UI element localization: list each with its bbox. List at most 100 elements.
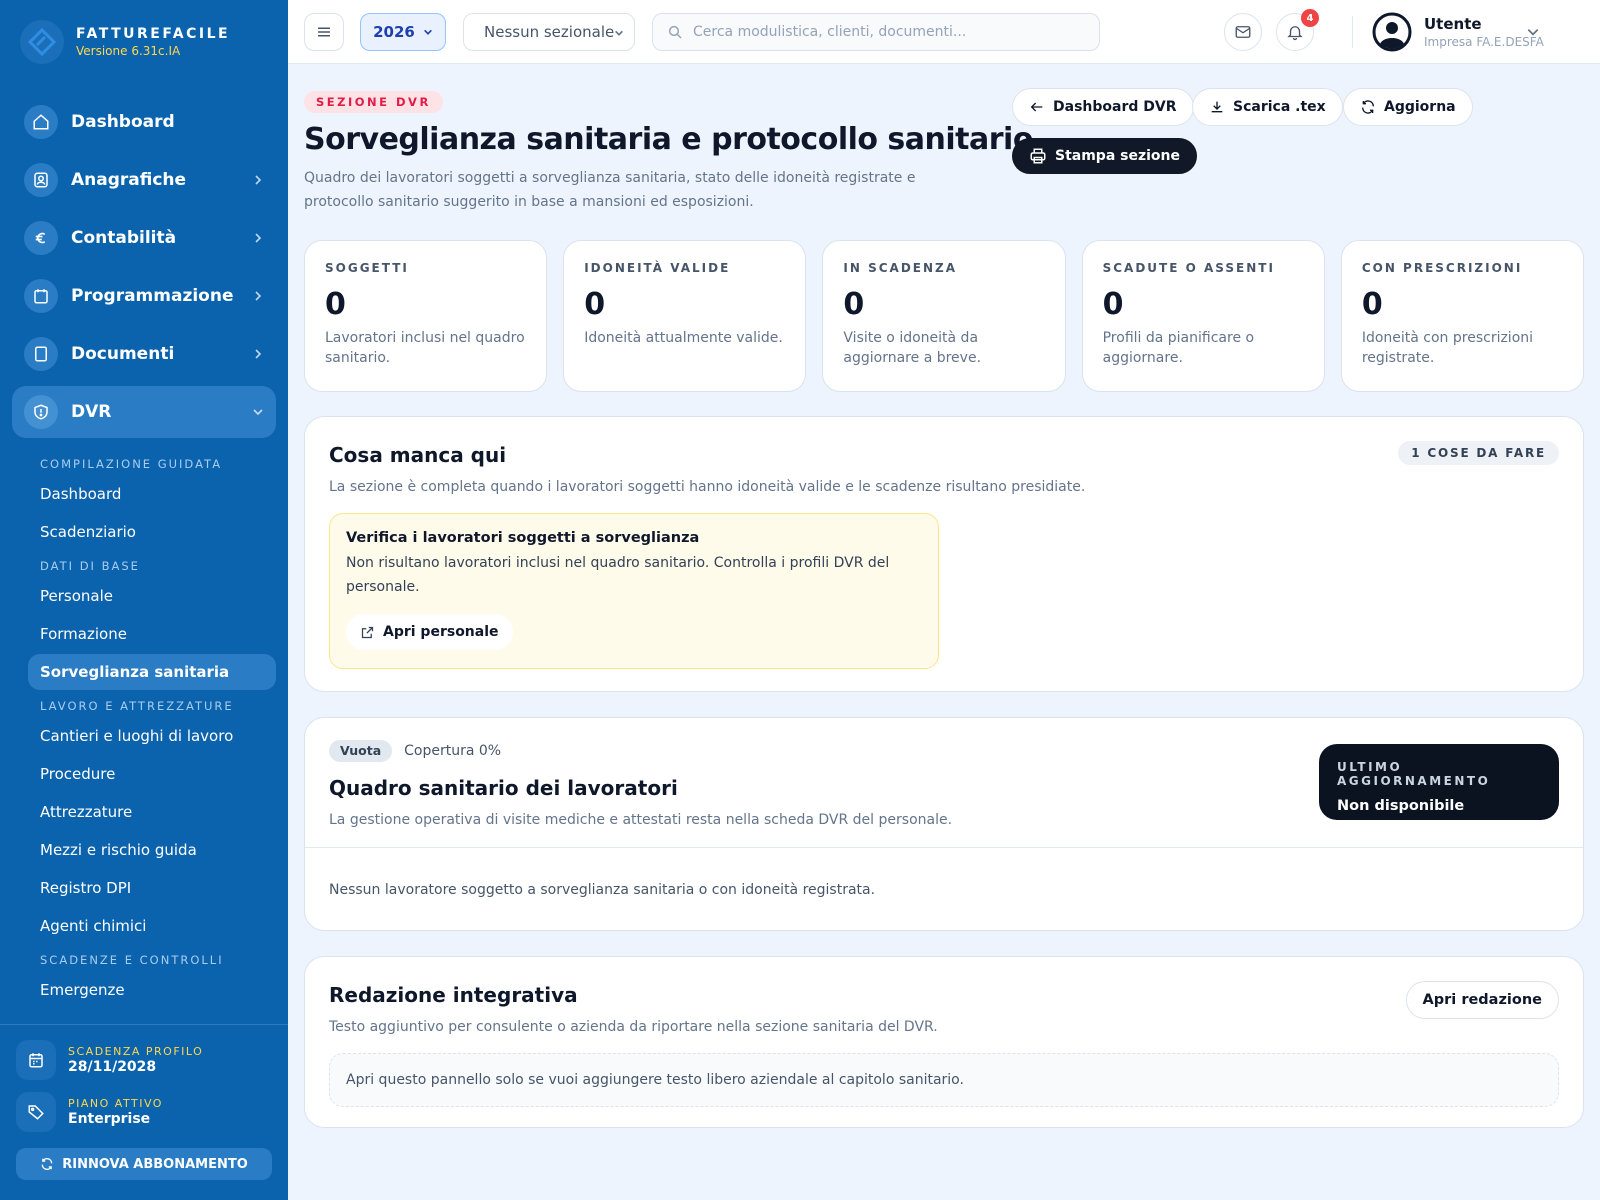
brand[interactable]: FATTUREFACILE Versione 6.31c.IA xyxy=(20,20,230,64)
overview-subtitle: La gestione operativa di visite mediche … xyxy=(329,812,953,828)
user-menu[interactable]: Utente Impresa FA.E.DESFA xyxy=(1372,12,1544,52)
stat-value: 0 xyxy=(1102,287,1124,322)
subnav-item-personale[interactable]: Personale xyxy=(28,578,276,614)
arrow-left-icon xyxy=(1030,102,1043,112)
last-update-box: ULTIMO AGGIORNAMENTO Non disponibile xyxy=(1319,744,1559,820)
tag-icon xyxy=(16,1092,56,1132)
status-badge: Vuota xyxy=(329,740,393,762)
todo-count-badge: 1 COSE DA FARE xyxy=(1398,441,1559,465)
stat-card: IN SCADENZA 0 Visite o idoneità da aggio… xyxy=(822,240,1066,392)
nav-item-programmazione[interactable]: Programmazione xyxy=(12,270,276,322)
year-select[interactable]: 2026 xyxy=(360,13,446,51)
card-divider xyxy=(305,847,1583,848)
nav-label: Contabilità xyxy=(71,228,177,248)
section-tag: SEZIONE DVR xyxy=(304,91,443,113)
print-section-label: Stampa sezione xyxy=(1055,148,1181,164)
redazione-placeholder[interactable]: Apri questo pannello solo se vuoi aggiun… xyxy=(329,1053,1559,1107)
refresh-label: Aggiorna xyxy=(1384,99,1456,115)
refresh-icon xyxy=(41,1157,53,1171)
main-content: SEZIONE DVR Sorveglianza sanitaria e pro… xyxy=(288,64,1600,1200)
nav-item-contabilita[interactable]: Contabilità xyxy=(12,212,276,264)
download-tex-label: Scarica .tex xyxy=(1233,99,1326,115)
print-section-button[interactable]: Stampa sezione xyxy=(1012,138,1198,174)
subnav-item-agenti-chimici[interactable]: Agenti chimici xyxy=(28,908,276,944)
chevron-right-icon xyxy=(255,175,262,185)
brand-version: Versione 6.31c.IA xyxy=(76,44,181,58)
plan-label: PIANO ATTIVO xyxy=(68,1097,163,1110)
subnav-item-emergenze[interactable]: Emergenze xyxy=(28,972,276,1008)
nav-item-documenti[interactable]: Documenti xyxy=(12,328,276,380)
overview-title: Quadro sanitario dei lavoratori xyxy=(329,776,678,800)
download-icon xyxy=(1211,101,1223,113)
stat-value: 0 xyxy=(1361,287,1383,322)
nav-label: Documenti xyxy=(71,344,175,364)
renew-subscription-button[interactable]: RINNOVA ABBONAMENTO xyxy=(16,1148,272,1180)
shield-icon xyxy=(24,395,58,429)
active-plan: PIANO ATTIVO Enterprise xyxy=(16,1092,163,1132)
subnav-section-title: DATI DI BASE xyxy=(40,559,140,573)
stat-description: Idoneità con prescrizioni registrate. xyxy=(1361,330,1534,366)
sezionale-value: Nessun sezionale xyxy=(484,23,615,41)
health-overview-card: Vuota Copertura 0% Quadro sanitario dei … xyxy=(304,717,1584,931)
external-link-icon xyxy=(361,626,374,638)
subnav-item-attrezzature[interactable]: Attrezzature xyxy=(28,794,276,830)
bell-icon xyxy=(1287,26,1303,41)
search-icon xyxy=(668,25,682,39)
topbar: 2026 Nessun sezionale 4 Utente Impresa F… xyxy=(288,0,1600,64)
hamburger-icon xyxy=(318,27,330,37)
document-icon xyxy=(24,337,58,371)
stat-card: CON PRESCRIZIONI 0 Idoneità con prescriz… xyxy=(1340,240,1585,392)
chevron-down-icon[interactable] xyxy=(1526,25,1540,39)
subnav-item-mezzi[interactable]: Mezzi e rischio guida xyxy=(28,832,276,868)
plan-value: Enterprise xyxy=(68,1111,151,1127)
stats-row: SOGGETTI 0 Lavoratori inclusi nel quadro… xyxy=(304,240,1585,392)
subnav-item-scadenziario[interactable]: Scadenziario xyxy=(28,514,276,550)
stat-value: 0 xyxy=(843,287,865,322)
sidebar: FATTUREFACILE Versione 6.31c.IA Dashboar… xyxy=(0,0,288,1200)
menu-toggle-button[interactable] xyxy=(304,13,344,51)
subnav-item-registro-dpi[interactable]: Registro DPI xyxy=(28,870,276,906)
nav-label: DVR xyxy=(71,402,112,422)
chevron-right-icon xyxy=(255,233,262,243)
missing-subtitle: La sezione è completa quando i lavorator… xyxy=(329,479,1086,495)
dashboard-dvr-label: Dashboard DVR xyxy=(1053,99,1177,115)
stat-card: SOGGETTI 0 Lavoratori inclusi nel quadro… xyxy=(304,240,548,392)
sezionale-select[interactable]: Nessun sezionale xyxy=(463,13,635,51)
nav-item-dvr[interactable]: DVR xyxy=(12,386,276,438)
subnav-item-formazione[interactable]: Formazione xyxy=(28,616,276,652)
subnav-item-dashboard[interactable]: Dashboard xyxy=(28,476,276,512)
nav-label: Dashboard xyxy=(71,112,175,132)
stat-value: 0 xyxy=(584,287,606,322)
expiry-label: SCADENZA PROFILO xyxy=(68,1045,204,1058)
stat-label: IDONEITÀ VALIDE xyxy=(584,261,731,275)
chevron-down-icon xyxy=(615,30,623,36)
stat-label: CON PRESCRIZIONI xyxy=(1361,261,1523,275)
redazione-subtitle: Testo aggiuntivo per consulente o aziend… xyxy=(329,1019,938,1035)
messages-button[interactable] xyxy=(1224,13,1262,51)
stat-description: Lavoratori inclusi nel quadro sanitario. xyxy=(325,330,525,366)
stat-label: SCADUTE O ASSENTI xyxy=(1102,261,1275,275)
notifications-button[interactable]: 4 xyxy=(1276,9,1319,51)
subnav-item-sorveglianza-sanitaria[interactable]: Sorveglianza sanitaria xyxy=(28,654,276,690)
refresh-button[interactable]: Aggiorna xyxy=(1343,88,1473,126)
calendar-icon xyxy=(16,1040,56,1080)
stat-card: SCADUTE O ASSENTI 0 Profili da pianifica… xyxy=(1081,240,1325,392)
dashboard-dvr-button[interactable]: Dashboard DVR xyxy=(1012,88,1194,126)
download-tex-button[interactable]: Scarica .tex xyxy=(1192,88,1343,126)
nav-item-anagrafiche[interactable]: Anagrafiche xyxy=(12,154,276,206)
nav-item-dashboard[interactable]: Dashboard xyxy=(12,96,276,148)
search-input[interactable] xyxy=(693,24,1073,40)
open-personale-button[interactable]: Apri personale xyxy=(346,614,513,650)
topbar-divider xyxy=(1352,16,1353,48)
open-redazione-button[interactable]: Apri redazione xyxy=(1405,981,1559,1019)
home-icon xyxy=(24,105,58,139)
subnav-item-procedure[interactable]: Procedure xyxy=(28,756,276,792)
stat-value: 0 xyxy=(325,287,346,322)
redazione-title: Redazione integrativa xyxy=(329,983,578,1007)
chevron-right-icon xyxy=(255,349,262,359)
subnav-section-title: LAVORO E ATTREZZATURE xyxy=(40,699,234,713)
subnav-item-cantieri[interactable]: Cantieri e luoghi di lavoro xyxy=(28,718,276,754)
year-value: 2026 xyxy=(373,23,415,41)
last-update-label: ULTIMO AGGIORNAMENTO xyxy=(1337,760,1491,788)
overview-status-row: Vuota Copertura 0% xyxy=(329,740,501,762)
